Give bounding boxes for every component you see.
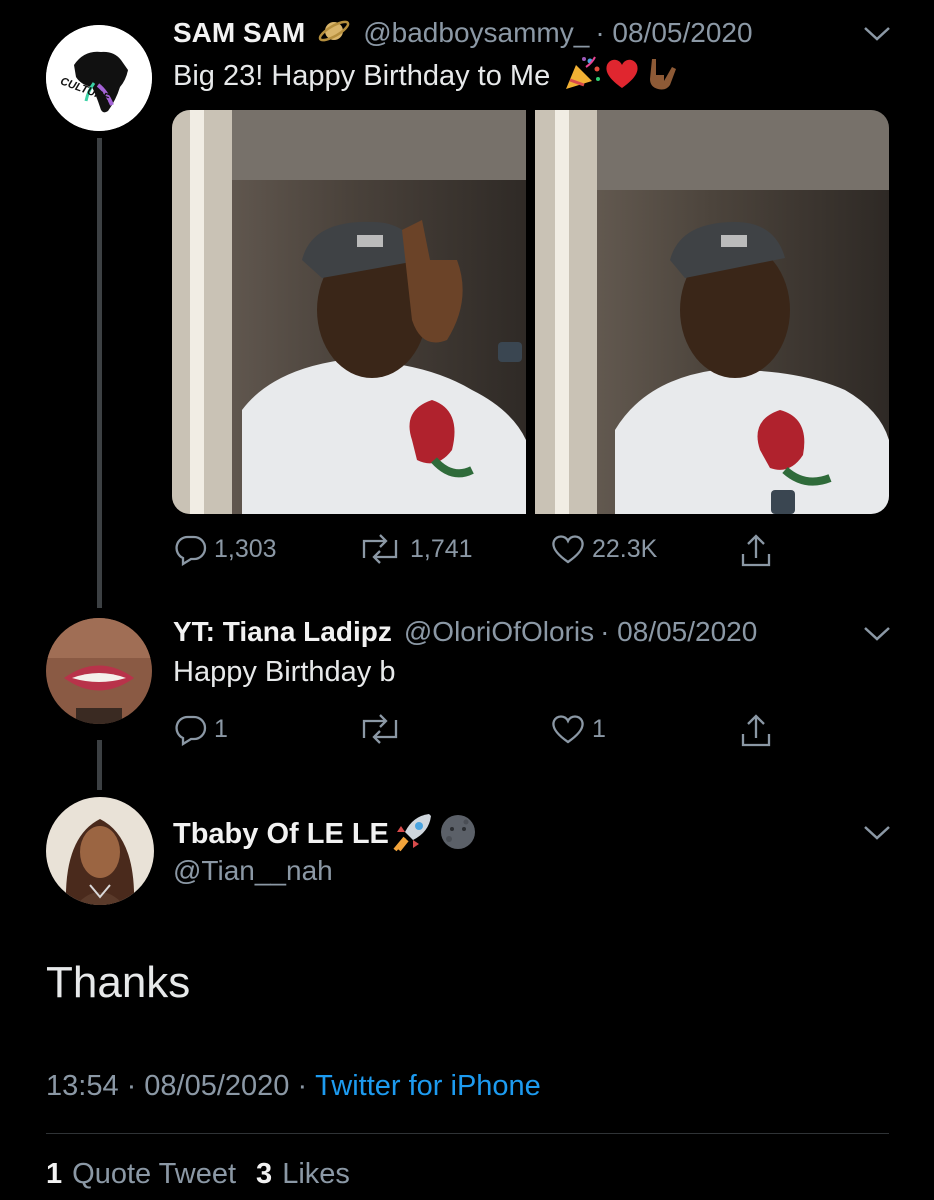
engagement-stats: 1 Quote Tweet 3 Likes	[46, 1158, 350, 1191]
quote-count: 1	[46, 1158, 63, 1190]
retweet-button[interactable]	[356, 712, 410, 746]
heart-icon	[552, 715, 584, 744]
likes-count: 3	[256, 1158, 273, 1190]
tweet1-body: Big 23! Happy Birthday to Me	[173, 56, 682, 96]
reply-button[interactable]: 1,303	[174, 532, 277, 566]
tweet1-header: SAM SAM @badboysammy_ · 08/05/2020	[173, 14, 753, 52]
retweet-icon	[362, 534, 398, 564]
tweet-date[interactable]: · 08/05/2020	[595, 17, 752, 49]
share-button[interactable]	[738, 712, 774, 750]
thread-line	[97, 138, 102, 608]
avatar[interactable]	[46, 618, 152, 724]
divider	[46, 1133, 889, 1134]
main-header: Tbaby Of LE LE	[173, 813, 477, 855]
new-moon-face-icon	[439, 813, 477, 856]
reply-icon	[175, 535, 207, 566]
likes-label: Likes	[282, 1158, 350, 1190]
avatar[interactable]: CULTURE	[46, 25, 152, 131]
reply-icon	[175, 715, 207, 746]
thread-line	[97, 740, 102, 790]
handle[interactable]: @OloriOfOloris	[404, 616, 594, 648]
share-button[interactable]	[738, 532, 774, 570]
reply-count: 1	[214, 714, 228, 743]
avatar[interactable]	[46, 797, 154, 905]
retweet-icon	[362, 714, 398, 744]
reply-count: 1,303	[214, 534, 277, 563]
tweet-time[interactable]: 13:54	[46, 1070, 119, 1103]
love-you-gesture-icon	[644, 55, 682, 98]
chevron-down-icon[interactable]	[862, 624, 892, 649]
like-button[interactable]: 22.3K	[550, 532, 657, 566]
chevron-down-icon[interactable]	[862, 24, 892, 49]
tweet2-header: YT: Tiana Ladipz @OloriOfOloris · 08/05/…	[173, 613, 757, 651]
likes-link[interactable]: 3 Likes	[256, 1158, 350, 1191]
tweet-image-1[interactable]	[172, 110, 526, 514]
tweet-timestamp: 13:54 · 08/05/2020 · Twitter for iPhone	[46, 1070, 541, 1103]
handle[interactable]: @badboysammy_	[363, 17, 589, 49]
heart-icon	[552, 535, 584, 564]
party-popper-icon	[562, 55, 602, 98]
chevron-down-icon[interactable]	[862, 823, 892, 848]
saturn-icon	[317, 14, 351, 53]
tweet-date[interactable]: · 08/05/2020 ·	[127, 1070, 308, 1103]
handle[interactable]: @Tian__nah	[173, 855, 333, 887]
display-name[interactable]: YT: Tiana Ladipz	[173, 616, 392, 648]
tweet-image-2[interactable]	[535, 110, 889, 514]
like-count: 1	[592, 714, 606, 743]
retweet-count: 1,741	[410, 534, 473, 563]
share-icon	[741, 534, 771, 567]
share-icon	[741, 714, 771, 747]
tweet-text: Happy Birthday b	[173, 656, 396, 688]
like-count: 22.3K	[592, 534, 658, 563]
reply-button[interactable]: 1	[174, 712, 228, 746]
retweet-button[interactable]: 1,741	[356, 532, 473, 566]
tweet-date[interactable]: · 08/05/2020	[600, 616, 757, 648]
display-name[interactable]: Tbaby Of LE LE	[173, 818, 389, 851]
quote-label: Quote Tweet	[72, 1158, 237, 1190]
display-name[interactable]: SAM SAM	[173, 17, 305, 49]
rocket-icon	[391, 812, 433, 857]
main-tweet-text: Thanks	[46, 958, 191, 1007]
source-link[interactable]: Twitter for iPhone	[315, 1070, 541, 1103]
quote-tweets-link[interactable]: 1 Quote Tweet	[46, 1158, 236, 1191]
like-button[interactable]: 1	[550, 712, 606, 746]
red-heart-icon	[604, 57, 640, 96]
tweet-text: Big 23! Happy Birthday to Me	[173, 59, 551, 92]
